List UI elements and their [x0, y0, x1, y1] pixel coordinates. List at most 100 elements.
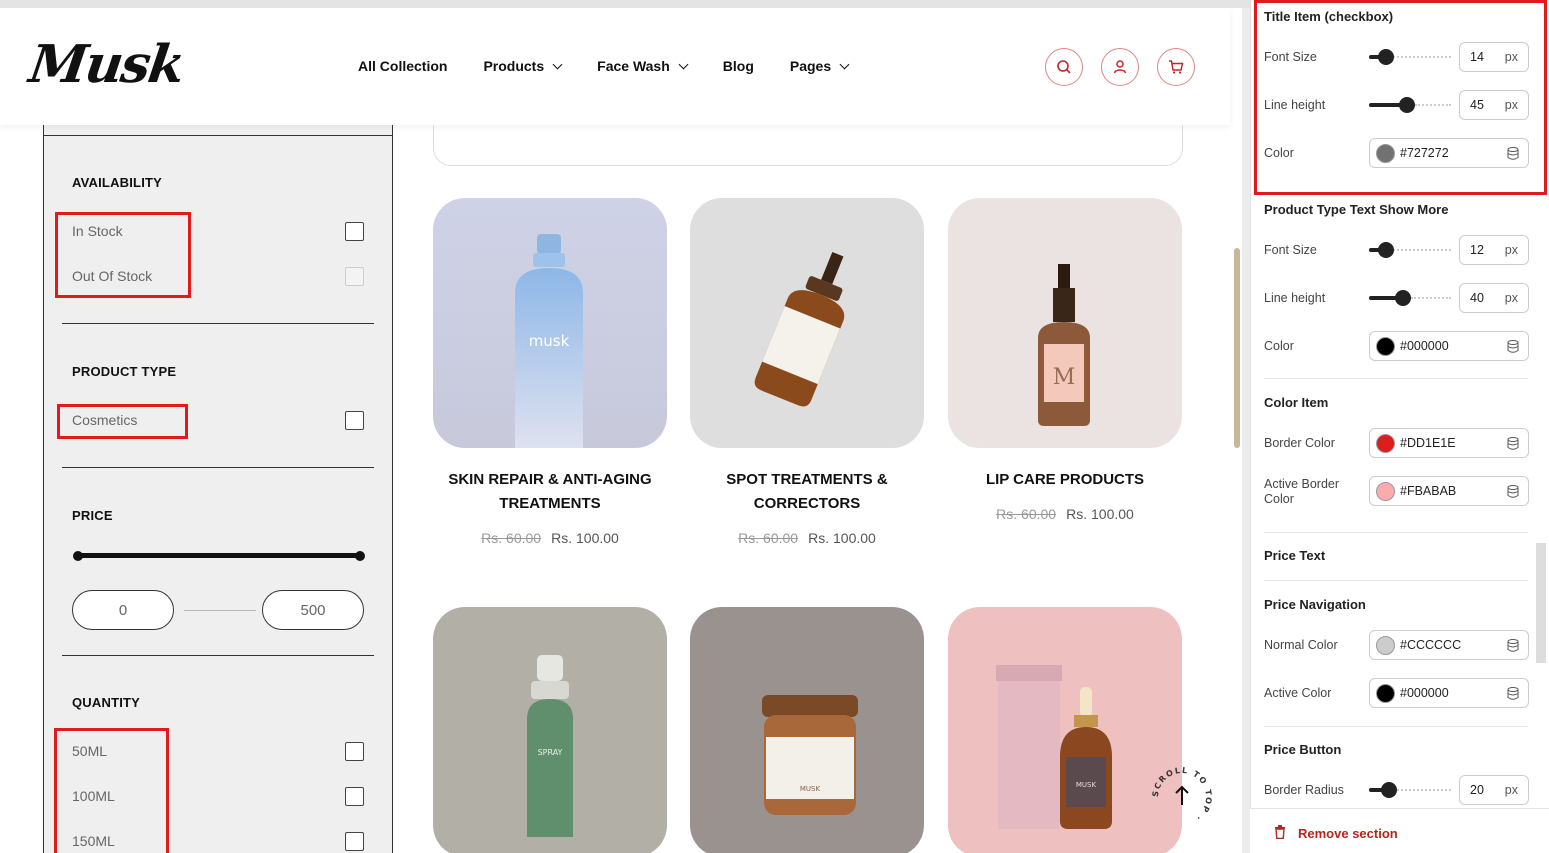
- page-scrollbar[interactable]: [1234, 248, 1240, 448]
- font-size-input[interactable]: 12 px: [1459, 235, 1529, 265]
- bottle-label: MUSK: [1076, 781, 1097, 789]
- product-image[interactable]: musk: [433, 198, 667, 448]
- product-title[interactable]: SPOT TREATMENTS & CORRECTORS: [677, 468, 937, 516]
- border-radius-slider[interactable]: [1369, 782, 1451, 798]
- product-title-line: SPOT TREATMENTS &: [726, 471, 888, 488]
- chevron-down-icon: [678, 59, 689, 69]
- color-hex: #000000: [1400, 686, 1449, 700]
- panel-scrollbar[interactable]: [1536, 543, 1546, 663]
- checkbox-100ml[interactable]: [345, 787, 364, 806]
- highlight-box: [55, 212, 191, 298]
- price-min-input[interactable]: 0: [72, 590, 174, 630]
- product-image[interactable]: SPRAY: [433, 607, 667, 853]
- database-icon[interactable]: [1507, 687, 1519, 700]
- scroll-to-top-button[interactable]: SCROLL TO TOP ·: [1150, 765, 1214, 829]
- nav-item-products[interactable]: Products: [483, 58, 563, 74]
- old-price: Rs. 60.00: [481, 530, 542, 546]
- border-radius-input[interactable]: 20 px: [1459, 775, 1529, 805]
- filter-title-product-type: PRODUCT TYPE: [72, 364, 177, 379]
- database-icon[interactable]: [1507, 147, 1519, 160]
- filter-title-availability: AVAILABILITY: [72, 175, 163, 190]
- section-heading[interactable]: Price Text: [1264, 548, 1325, 563]
- divider: [1264, 580, 1528, 581]
- checkbox-out-of-stock[interactable]: [345, 267, 364, 286]
- product-image[interactable]: MUSK: [948, 607, 1182, 853]
- slider-handle[interactable]: [1399, 97, 1415, 113]
- bottle-label: MUSK: [800, 785, 821, 793]
- remove-section-button[interactable]: Remove section: [1250, 808, 1549, 853]
- line-height-slider[interactable]: [1369, 97, 1451, 113]
- product-title[interactable]: SKIN REPAIR & ANTI-AGING TREATMENTS: [420, 468, 680, 516]
- checkbox-150ml[interactable]: [345, 832, 364, 851]
- product-image[interactable]: MUSK: [690, 607, 924, 853]
- section-heading: Color Item: [1264, 395, 1329, 410]
- color-picker[interactable]: #CCCCCC: [1369, 630, 1529, 660]
- setting-label: Active Border Color: [1264, 477, 1339, 507]
- slider-handle[interactable]: [1378, 242, 1394, 258]
- nav-item-all-collection[interactable]: All Collection: [358, 58, 447, 74]
- section-heading: Title Item (checkbox): [1264, 9, 1394, 24]
- font-size-input[interactable]: 14 px: [1459, 42, 1529, 72]
- checkbox-cosmetics[interactable]: [345, 411, 364, 430]
- color-picker[interactable]: #FBABAB: [1369, 476, 1529, 506]
- price-slider-min-handle[interactable]: [73, 551, 83, 561]
- font-size-slider[interactable]: [1369, 242, 1451, 258]
- brand-logo[interactable]: Musk: [26, 34, 187, 95]
- nav-item-blog[interactable]: Blog: [723, 58, 754, 74]
- slider-track: [1415, 104, 1451, 106]
- divider: [1264, 726, 1528, 727]
- input-value: 12: [1470, 243, 1484, 257]
- slider-handle[interactable]: [1378, 49, 1394, 65]
- color-picker[interactable]: #000000: [1369, 678, 1529, 708]
- setting-label: Font Size: [1264, 243, 1317, 257]
- product-image[interactable]: [690, 198, 924, 448]
- color-swatch[interactable]: [1376, 337, 1395, 356]
- filter-sidebar: AVAILABILITY In Stock Out Of Stock PRODU…: [43, 125, 393, 853]
- product-bottle-illustration: musk: [515, 234, 583, 448]
- price-slider-max-handle[interactable]: [355, 551, 365, 561]
- cart-button[interactable]: [1157, 48, 1195, 86]
- product-title[interactable]: LIP CARE PRODUCTS: [935, 468, 1195, 492]
- database-icon[interactable]: [1507, 639, 1519, 652]
- user-icon: [1113, 60, 1127, 74]
- color-swatch[interactable]: [1376, 144, 1395, 163]
- color-swatch[interactable]: [1376, 684, 1395, 703]
- slider-handle[interactable]: [1395, 290, 1411, 306]
- color-hex: #DD1E1E: [1400, 436, 1456, 450]
- setting-label: Border Radius: [1264, 783, 1344, 797]
- filter-title-quantity: QUANTITY: [72, 695, 141, 710]
- font-size-slider[interactable]: [1369, 49, 1451, 65]
- product-image[interactable]: M: [948, 198, 1182, 448]
- account-button[interactable]: [1101, 48, 1139, 86]
- product-price: Rs. 60.00 Rs. 100.00: [420, 530, 680, 546]
- color-picker[interactable]: #000000: [1369, 331, 1529, 361]
- color-swatch[interactable]: [1376, 434, 1395, 453]
- price-max-input[interactable]: 500: [262, 590, 364, 630]
- line-height-slider[interactable]: [1369, 290, 1451, 306]
- line-height-input[interactable]: 45 px: [1459, 90, 1529, 120]
- database-icon[interactable]: [1507, 340, 1519, 353]
- input-unit: px: [1504, 98, 1518, 112]
- divider: [62, 323, 374, 324]
- line-height-input[interactable]: 40 px: [1459, 283, 1529, 313]
- color-swatch[interactable]: [1376, 482, 1395, 501]
- checkbox-50ml[interactable]: [345, 742, 364, 761]
- trash-icon: [1275, 825, 1285, 839]
- divider: [62, 655, 374, 656]
- color-swatch[interactable]: [1376, 636, 1395, 655]
- checkbox-in-stock[interactable]: [345, 222, 364, 241]
- settings-panel: Title Item (checkbox) Font Size 14 px Lin…: [1250, 0, 1549, 853]
- nav-label: Products: [483, 58, 545, 74]
- color-picker[interactable]: #727272: [1369, 138, 1529, 168]
- divider: [1264, 378, 1528, 379]
- price-range-slider[interactable]: [74, 553, 364, 558]
- database-icon[interactable]: [1507, 437, 1519, 450]
- search-button[interactable]: [1045, 48, 1083, 86]
- nav-item-face-wash[interactable]: Face Wash: [597, 58, 689, 74]
- product-title-line: SKIN REPAIR & ANTI-AGING: [448, 471, 652, 488]
- nav-item-pages[interactable]: Pages: [790, 58, 850, 74]
- slider-handle[interactable]: [1381, 782, 1397, 798]
- input-unit: px: [1504, 291, 1518, 305]
- color-picker[interactable]: #DD1E1E: [1369, 428, 1529, 458]
- database-icon[interactable]: [1507, 485, 1519, 498]
